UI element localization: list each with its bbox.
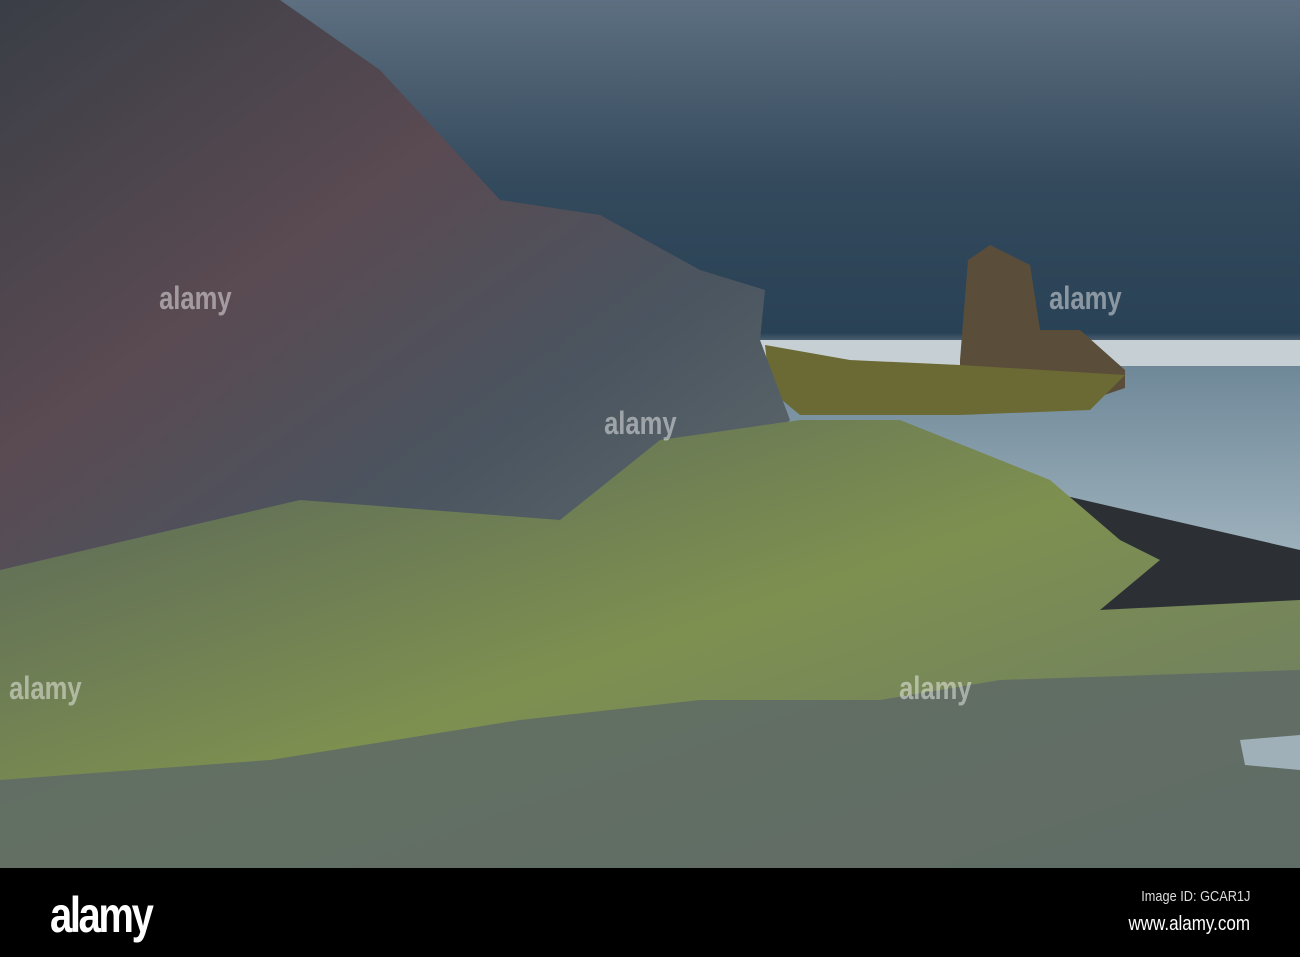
stock-photo-page: alamy alamy alamy alamy alamy alamy Imag… bbox=[0, 0, 1300, 957]
watermark-text: alamy bbox=[1049, 280, 1122, 316]
watermark-text: alamy bbox=[604, 405, 677, 441]
alamy-logo: alamy bbox=[50, 887, 154, 943]
watermark-text: alamy bbox=[9, 670, 82, 706]
tide-pool bbox=[1240, 735, 1300, 770]
watermark-text: alamy bbox=[159, 280, 232, 316]
footer-bar: alamy Image ID: GCAR1J www.alamy.com bbox=[0, 868, 1300, 957]
site-url: www.alamy.com bbox=[1128, 913, 1250, 935]
image-id: Image ID: GCAR1J bbox=[1140, 888, 1250, 905]
watermark-text: alamy bbox=[899, 670, 972, 706]
